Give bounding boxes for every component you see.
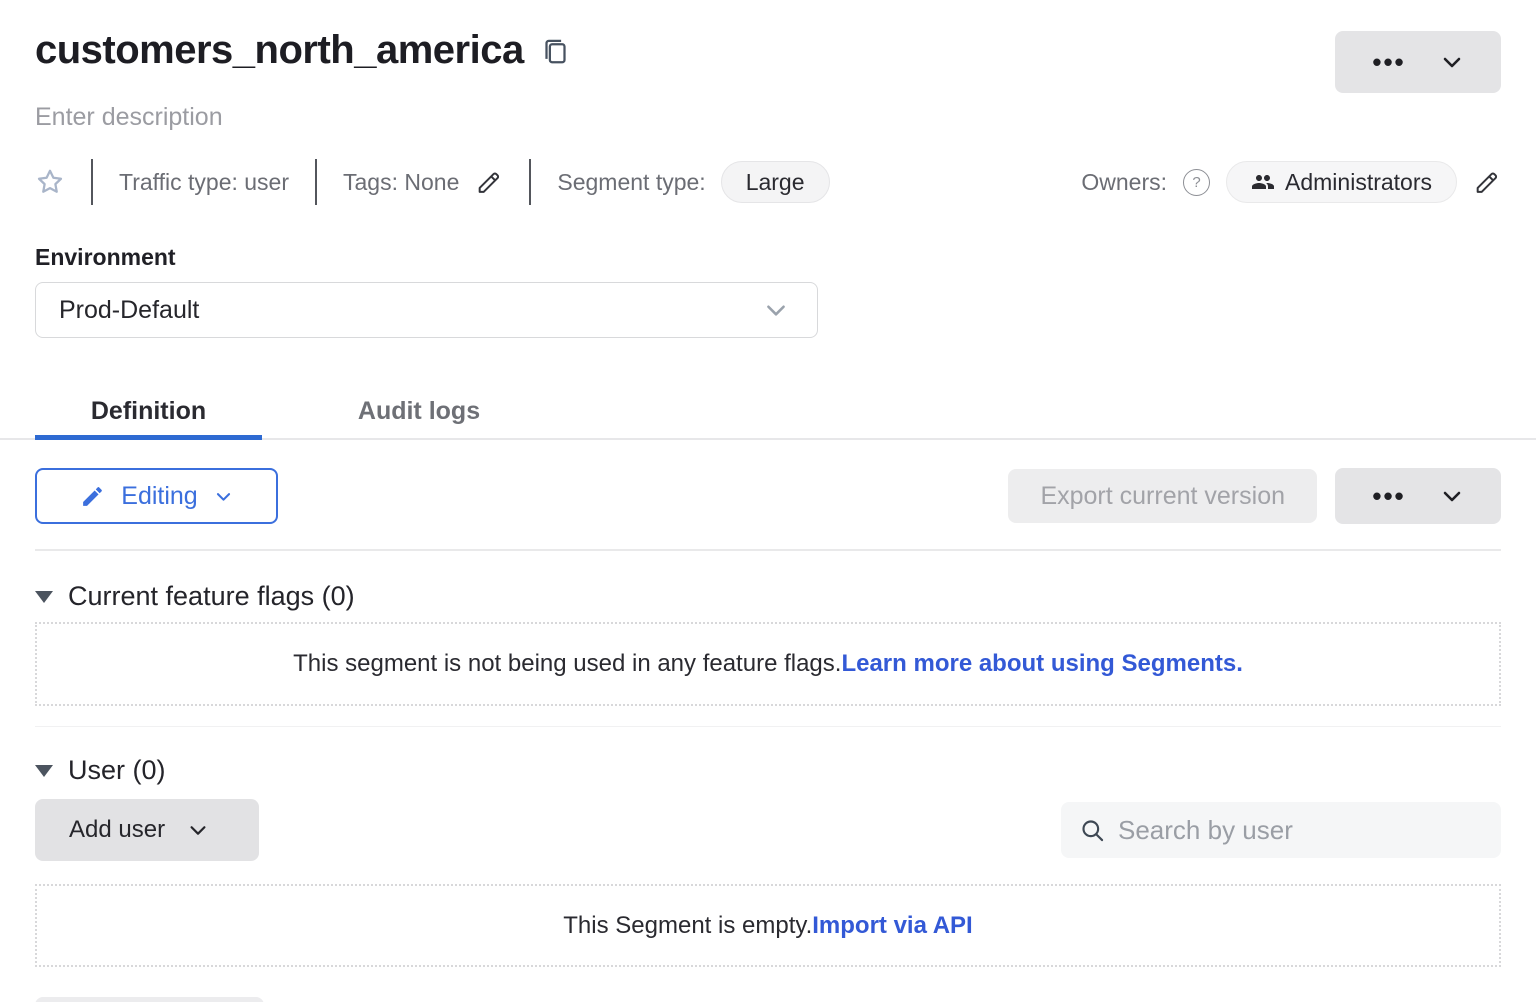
clipped-bottom-element: [35, 997, 264, 1002]
segment-detail-page: customers_north_america ••• Enter descri…: [0, 0, 1536, 1002]
user-section-header[interactable]: User (0): [35, 755, 1501, 786]
tab-bar: Definition Audit logs: [0, 384, 1536, 440]
environment-select[interactable]: Prod-Default: [35, 282, 818, 338]
feature-flags-section-header[interactable]: Current feature flags (0): [35, 581, 1501, 612]
pencil-icon: [80, 484, 105, 509]
meta-row: Traffic type: user Tags: None Segment ty…: [35, 158, 1501, 206]
meta-divider: [529, 159, 531, 205]
traffic-type-label: Traffic type: user: [119, 169, 289, 196]
learn-more-link[interactable]: Learn more about using Segments.: [841, 650, 1242, 678]
section-divider: [35, 726, 1501, 727]
edit-owners-pencil-icon[interactable]: [1473, 168, 1501, 196]
chevron-down-icon: [763, 297, 789, 323]
owners-help-icon[interactable]: ?: [1183, 169, 1210, 196]
segment-type-badge: Large: [721, 161, 830, 203]
ellipsis-icon: •••: [1372, 483, 1405, 509]
chevron-down-icon: [187, 819, 209, 841]
favorite-star-icon[interactable]: [35, 167, 65, 197]
tab-audit-logs[interactable]: Audit logs: [319, 384, 519, 438]
tab-definition[interactable]: Definition: [35, 384, 262, 438]
user-empty-state: This Segment is empty.Import via API: [35, 884, 1501, 967]
environment-label: Environment: [35, 244, 1501, 271]
description-field[interactable]: Enter description: [35, 103, 1501, 132]
toolbar-more-menu-button[interactable]: •••: [1335, 468, 1501, 524]
editing-mode-button[interactable]: Editing: [35, 468, 278, 524]
chevron-down-icon: [214, 487, 233, 506]
feature-flags-empty-state: This segment is not being used in any fe…: [35, 622, 1501, 706]
search-box: [1061, 802, 1501, 858]
page-title: customers_north_america: [35, 28, 524, 73]
meta-divider: [91, 159, 93, 205]
add-user-button[interactable]: Add user: [35, 799, 259, 861]
editing-label: Editing: [121, 482, 197, 511]
definition-toolbar: Editing Export current version •••: [35, 468, 1501, 524]
header-more-menu-button[interactable]: •••: [1335, 31, 1501, 93]
meta-divider: [315, 159, 317, 205]
title-row: customers_north_america: [35, 0, 1501, 73]
owners-badge: Administrators: [1226, 161, 1457, 203]
search-by-user-input[interactable]: [1118, 815, 1483, 846]
caret-down-icon: [35, 591, 53, 603]
feature-flags-section-title: Current feature flags (0): [68, 581, 355, 612]
search-icon: [1079, 817, 1106, 844]
owners-label: Owners:: [1081, 169, 1167, 196]
copy-icon[interactable]: [542, 36, 569, 66]
import-via-api-link[interactable]: Import via API: [812, 912, 972, 940]
caret-down-icon: [35, 765, 53, 777]
export-current-version-button[interactable]: Export current version: [1008, 469, 1317, 523]
user-controls-row: Add user: [35, 799, 1501, 861]
people-icon: [1251, 170, 1275, 194]
user-section-title: User (0): [68, 755, 166, 786]
chevron-down-icon: [1440, 50, 1464, 74]
tags-label: Tags: None: [343, 169, 459, 196]
header: customers_north_america ••• Enter descri…: [35, 0, 1501, 206]
add-user-label: Add user: [69, 816, 165, 844]
owners-badge-label: Administrators: [1285, 169, 1432, 196]
feature-flags-empty-text: This segment is not being used in any fe…: [293, 650, 841, 678]
ellipsis-icon: •••: [1372, 49, 1405, 75]
user-empty-text: This Segment is empty.: [563, 912, 812, 940]
edit-tags-pencil-icon[interactable]: [475, 168, 503, 196]
segment-type-label: Segment type:: [557, 169, 705, 196]
environment-selected-value: Prod-Default: [59, 296, 199, 325]
chevron-down-icon: [1440, 484, 1464, 508]
toolbar-divider: [35, 549, 1501, 551]
owners-group: Owners: ? Administrators: [1081, 161, 1501, 203]
